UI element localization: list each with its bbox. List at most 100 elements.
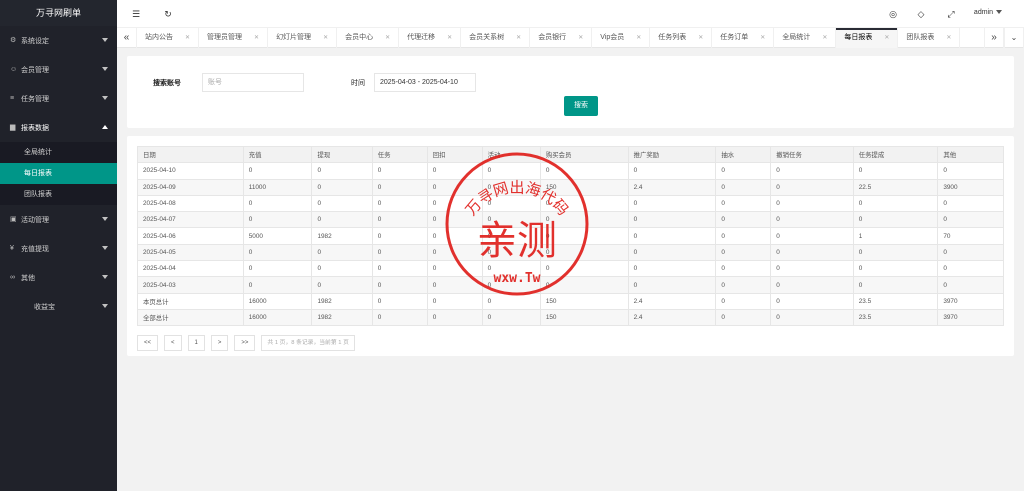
chevron-up-icon bbox=[102, 125, 108, 129]
page-number-button[interactable]: 1 bbox=[187, 335, 205, 352]
tab[interactable]: 全局统计 ✕ bbox=[774, 28, 837, 48]
last-page-button[interactable]: >> bbox=[234, 335, 256, 352]
table-cell: 全部总计 bbox=[137, 308, 244, 327]
table-cell: 2025-04-03 bbox=[137, 276, 244, 294]
table-row: 2025-04-08 0 0 0 0 0 0 0 0 0 0 0 bbox=[137, 194, 1004, 213]
table-cell: 11000 bbox=[242, 178, 313, 196]
sidebar-item[interactable]: 收益宝 bbox=[0, 292, 117, 321]
refresh-icon[interactable]: ↻ bbox=[161, 7, 175, 21]
close-icon[interactable]: ✕ bbox=[822, 28, 827, 48]
table-cell: 16000 bbox=[242, 308, 313, 327]
tab-label: 代理迁移 bbox=[407, 34, 436, 41]
sidebar-item[interactable]: ⚙ 系统设定 bbox=[0, 26, 117, 55]
close-icon[interactable]: ✕ bbox=[185, 28, 190, 48]
tabs-scroll-left-icon[interactable]: « bbox=[117, 28, 137, 48]
tab-label: 管理员管理 bbox=[207, 34, 243, 41]
tab[interactable]: 代理迁移 ✕ bbox=[399, 28, 462, 48]
tag-icon[interactable]: ◇ bbox=[914, 7, 928, 21]
sidebar-item[interactable]: ☺ 会员管理 bbox=[0, 55, 117, 84]
sidebar-item[interactable]: ▣ 活动管理 bbox=[0, 205, 117, 234]
table-cell: 本页总计 bbox=[137, 292, 244, 310]
tab-label: 会员银行 bbox=[538, 34, 567, 41]
fullscreen-icon[interactable]: ⤢ bbox=[944, 7, 958, 21]
sidebar-item-label: 充值提现 bbox=[21, 245, 49, 253]
theme-icon[interactable]: ◎ bbox=[886, 7, 900, 21]
account-placeholder: 账号 bbox=[208, 79, 222, 86]
table-cell: 0 bbox=[311, 194, 373, 213]
tab[interactable]: 会员银行 ✕ bbox=[530, 28, 593, 48]
table-cell: 0 bbox=[715, 211, 772, 229]
gift-icon: ▣ bbox=[10, 216, 17, 223]
first-page-button[interactable]: << bbox=[137, 335, 159, 352]
table-cell: 0 bbox=[481, 243, 541, 262]
close-icon[interactable]: ✕ bbox=[385, 28, 390, 48]
sidebar-item-label: 会员管理 bbox=[21, 66, 49, 74]
app-logo[interactable]: 万寻网刷单 bbox=[0, 0, 117, 26]
tab[interactable]: 每日报表 ✕ bbox=[836, 28, 899, 48]
tab[interactable]: 管理员管理 ✕ bbox=[199, 28, 269, 48]
chevron-down-icon bbox=[102, 67, 108, 71]
submenu-item[interactable]: 全局统计 bbox=[0, 142, 117, 163]
column-header: 撤销任务 bbox=[770, 145, 854, 164]
table-cell: 0 bbox=[371, 243, 428, 262]
tabs-scroll-right-icon[interactable]: » bbox=[984, 28, 1004, 48]
table-cell: 1 bbox=[852, 227, 939, 245]
tab[interactable]: 任务订单 ✕ bbox=[712, 28, 775, 48]
table-cell: 23.5 bbox=[852, 292, 939, 310]
tab[interactable]: Vip会员 ✕ bbox=[592, 28, 651, 48]
table-cell: 2025-04-07 bbox=[137, 211, 244, 229]
close-icon[interactable]: ✕ bbox=[946, 28, 951, 48]
close-icon[interactable]: ✕ bbox=[578, 28, 583, 48]
close-icon[interactable]: ✕ bbox=[636, 28, 641, 48]
table-cell: 0 bbox=[627, 276, 717, 294]
table-cell: 0 bbox=[937, 276, 1004, 294]
close-icon[interactable]: ✕ bbox=[254, 28, 259, 48]
table-cell: 0 bbox=[770, 243, 854, 262]
tab[interactable]: 会员中心 ✕ bbox=[337, 28, 400, 48]
table-cell: 2.4 bbox=[627, 178, 717, 196]
sidebar-item[interactable]: ≡ 任务管理 bbox=[0, 84, 117, 113]
prev-page-button[interactable]: < bbox=[164, 335, 182, 352]
list-icon: ≡ bbox=[10, 95, 15, 102]
sidebar-item[interactable]: ∞ 其他 bbox=[0, 263, 117, 292]
next-page-button[interactable]: > bbox=[210, 335, 229, 352]
link-icon: ∞ bbox=[10, 274, 15, 281]
menu-toggle-icon[interactable]: ☰ bbox=[129, 7, 143, 21]
table-cell: 0 bbox=[627, 243, 717, 262]
chevron-down-icon bbox=[102, 275, 108, 279]
close-icon[interactable]: ✕ bbox=[447, 28, 452, 48]
tab-label: 团队报表 bbox=[906, 34, 935, 41]
tab[interactable]: 站内公告 ✕ bbox=[137, 28, 200, 48]
user-menu[interactable]: admin bbox=[974, 9, 1002, 16]
close-icon[interactable]: ✕ bbox=[698, 28, 703, 48]
table-row: 2025-04-06 5000 1982 0 0 0 0 0 0 0 1 70 bbox=[137, 227, 1004, 245]
date-range-input[interactable]: 2025-04-03 - 2025-04-10 bbox=[374, 73, 476, 92]
tabs-menu-icon[interactable]: ⌄ bbox=[1004, 28, 1024, 48]
sidebar-item[interactable]: ¥ 充值提现 bbox=[0, 234, 117, 263]
table-cell: 0 bbox=[311, 178, 373, 196]
close-icon[interactable]: ✕ bbox=[760, 28, 765, 48]
table-cell: 0 bbox=[627, 260, 717, 278]
table-cell: 0 bbox=[242, 162, 313, 180]
tab-label: 任务列表 bbox=[658, 34, 687, 41]
close-icon[interactable]: ✕ bbox=[884, 28, 889, 48]
tab[interactable]: 任务列表 ✕ bbox=[650, 28, 713, 48]
submenu-item[interactable]: 每日报表 bbox=[0, 163, 117, 184]
tab[interactable]: 团队报表 ✕ bbox=[898, 28, 961, 48]
submenu-item[interactable]: 团队报表 bbox=[0, 184, 117, 205]
chevron-down-icon bbox=[102, 304, 108, 308]
close-icon[interactable]: ✕ bbox=[516, 28, 521, 48]
table-body: 2025-04-10 0 0 0 0 0 0 0 0 0 0 0 2025-04-09 11000 0 0 0 0… bbox=[137, 162, 1004, 327]
tab[interactable]: 会员关系树 ✕ bbox=[461, 28, 531, 48]
table-cell: 0 bbox=[715, 276, 772, 294]
sidebar-item[interactable]: ▆ 报表数据 bbox=[0, 113, 117, 142]
close-icon[interactable]: ✕ bbox=[323, 28, 328, 48]
table-cell: 0 bbox=[371, 308, 428, 327]
search-button[interactable]: 搜索 bbox=[564, 96, 598, 116]
tab[interactable]: 幻灯片管理 ✕ bbox=[268, 28, 338, 48]
table-cell: 0 bbox=[852, 243, 939, 262]
table-cell: 0 bbox=[371, 162, 428, 180]
table-cell: 0 bbox=[770, 276, 854, 294]
account-input[interactable]: 账号 bbox=[202, 73, 304, 92]
column-header: 推广奖励 bbox=[627, 145, 717, 164]
